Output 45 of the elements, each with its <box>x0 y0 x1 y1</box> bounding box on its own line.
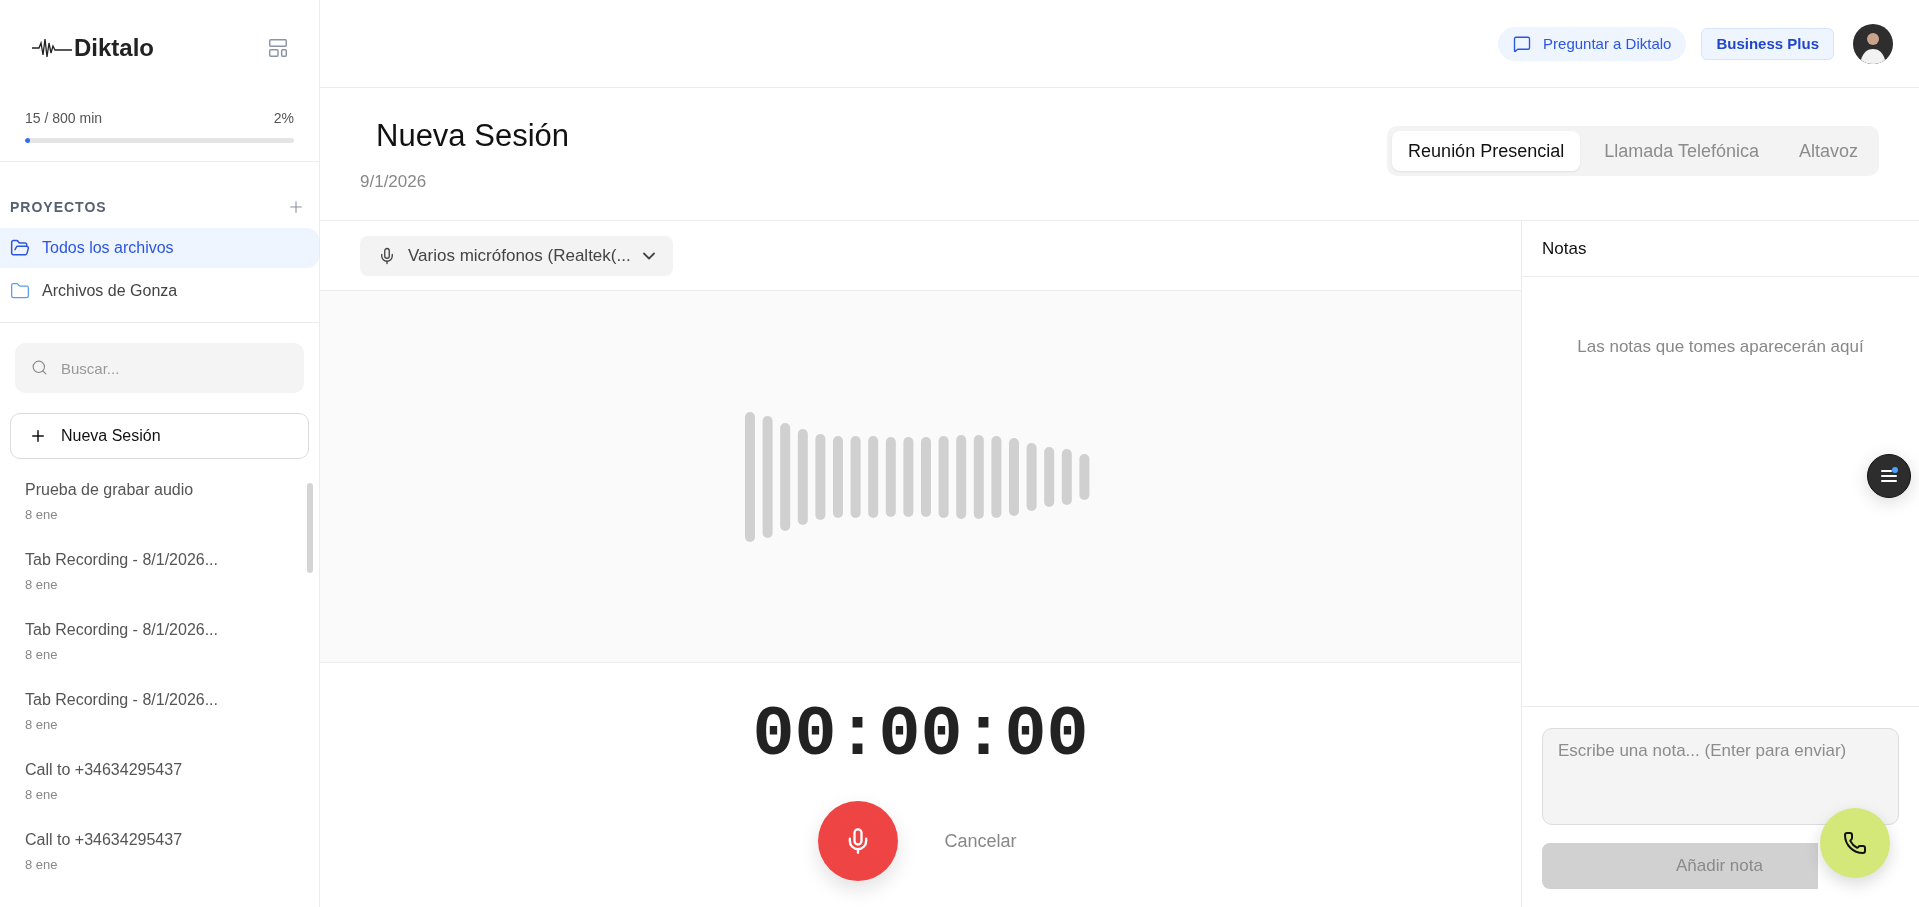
session-title[interactable]: Tab Recording - 8/1/2026... <box>25 621 307 639</box>
empty-notes-text: Las notas que tomes aparecerán aquí <box>1577 337 1864 358</box>
ask-button[interactable]: Preguntar a Diktalo <box>1498 26 1687 61</box>
chat-icon <box>1513 34 1532 53</box>
chevron-down-icon <box>642 251 655 260</box>
search-field[interactable]: Buscar... <box>15 343 304 393</box>
usage-percent: 2% <box>273 110 294 126</box>
note-input-field[interactable]: Escribe una nota... (Enter para enviar) <box>1542 728 1899 825</box>
layout-icon[interactable] <box>267 37 289 59</box>
plan-badge: Business Plus <box>1701 27 1834 60</box>
session-title[interactable]: Tab Recording - 8/1/2026... <box>25 691 307 709</box>
session-date: 8 ene <box>25 507 59 522</box>
timer: 00:00:00 <box>752 701 1089 771</box>
session-title-heading: Nueva Sesión <box>376 118 569 154</box>
app-logo: Diktalo <box>74 34 154 62</box>
session-title[interactable]: Prueba de grabar audio <box>25 481 307 499</box>
project-item[interactable]: Todos los archivos <box>0 228 319 268</box>
session-title[interactable]: Tab Recording - 8/1/2026... <box>25 551 307 569</box>
mode-tab[interactable]: Reunión Presencial <box>1392 131 1581 171</box>
session-date: 8 ene <box>25 717 59 732</box>
phone-icon <box>1843 831 1867 855</box>
session-date: 8 ene <box>25 787 59 802</box>
user-avatar[interactable] <box>1853 23 1893 64</box>
call-button[interactable] <box>1820 808 1890 878</box>
cancel-button[interactable]: Cancelar <box>938 829 1023 853</box>
usage-text: 15 / 800 min <box>25 110 103 126</box>
plus-icon <box>29 427 47 445</box>
session-date: 8 ene <box>25 857 59 872</box>
session-date: 8 ene <box>25 577 59 592</box>
menu-button[interactable] <box>1867 454 1911 498</box>
scrollbar-thumb[interactable] <box>307 483 313 573</box>
waveform-logo-icon <box>32 37 72 59</box>
session-title[interactable]: Call to +34634295437 <box>25 761 307 779</box>
microphone-select[interactable]: Varios micrófonos (Realtek(... <box>360 235 673 276</box>
project-item[interactable]: Archivos de Gonza <box>0 271 319 311</box>
new-session-button[interactable]: Nueva Sesión <box>10 413 309 459</box>
folder-icon <box>10 238 30 258</box>
session-date-text: 9/1/2026 <box>360 172 428 192</box>
notes-title: Notas <box>1542 238 1587 259</box>
projects-heading: PROYECTOS <box>10 199 107 215</box>
session-title[interactable]: Call to +34634295437 <box>25 831 307 849</box>
search-icon <box>31 359 48 376</box>
folder-icon <box>10 281 30 301</box>
session-date: 8 ene <box>25 647 59 662</box>
mic-icon <box>378 246 396 265</box>
